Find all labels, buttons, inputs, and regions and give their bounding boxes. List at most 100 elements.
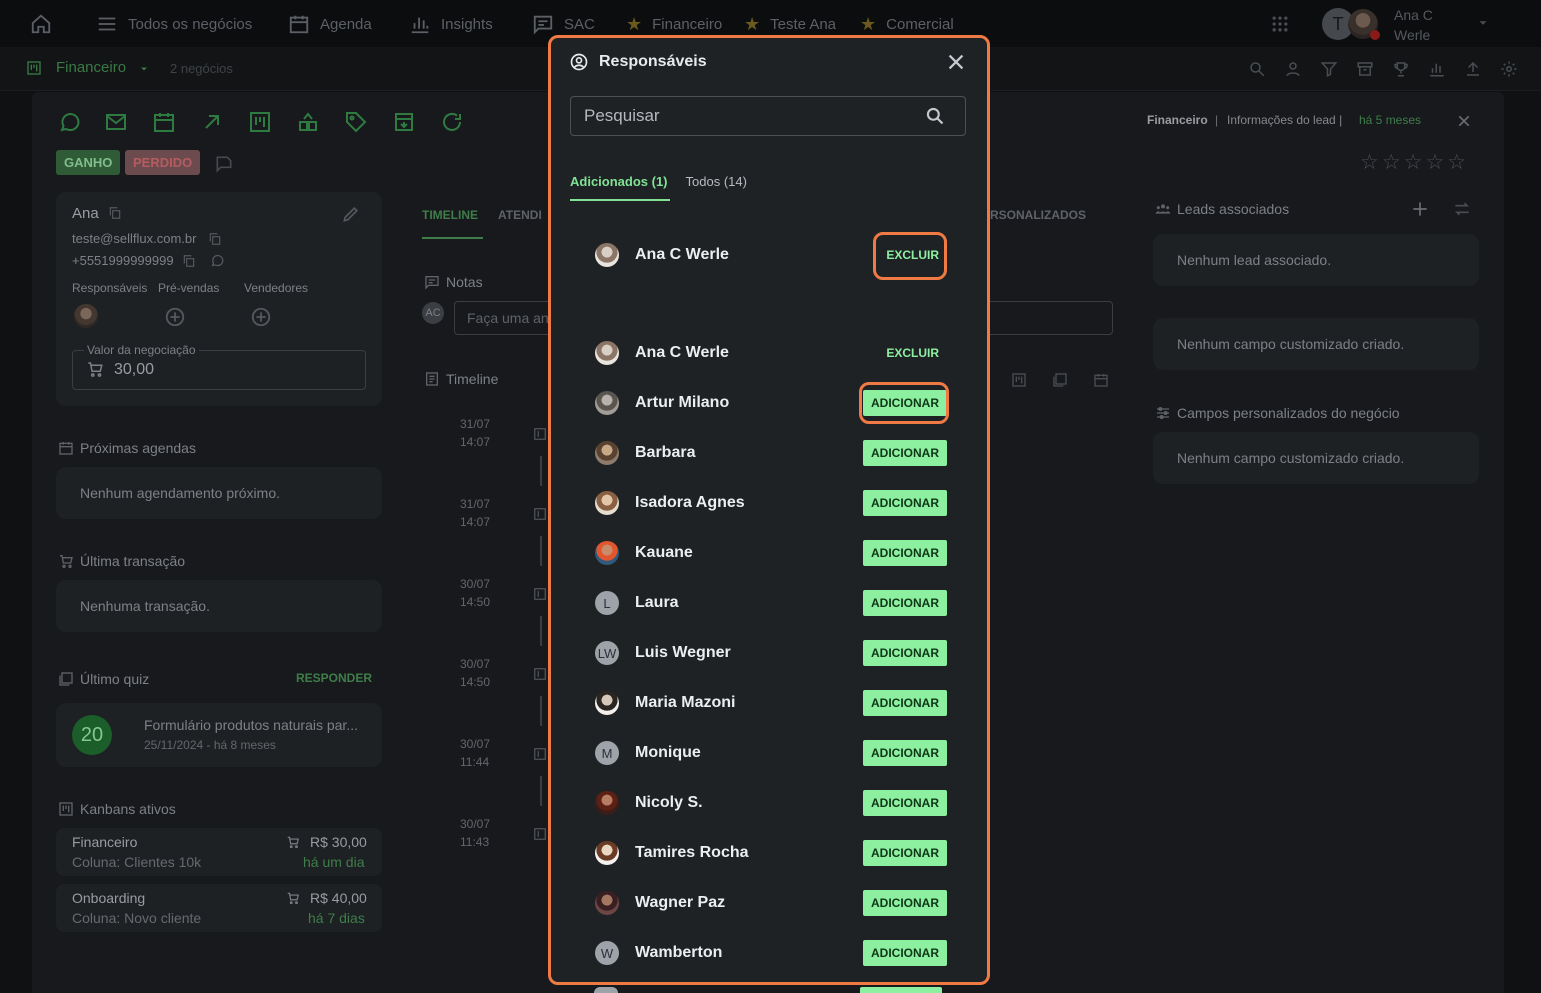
add-button[interactable]: ADICIONAR [863,540,947,566]
add-button[interactable]: ADICIONAR [863,740,947,766]
user-row: Tamires Rocha ADICIONAR [595,833,947,873]
bar-chart-icon[interactable] [1428,60,1446,78]
group-icon [1154,201,1172,217]
add-button[interactable]: ADICIONAR [863,390,947,416]
responsible-avatar[interactable] [74,304,98,328]
tab-timeline[interactable]: TIMELINE [422,208,478,222]
modal-tabs: Adicionados (1) Todos (14) [570,172,749,201]
user-initials-avatar: L [595,591,619,615]
won-tag[interactable]: GANHO [56,150,121,175]
cart-icon [286,835,300,849]
chevron-down-icon[interactable] [138,63,150,75]
nav-agenda[interactable]: Agenda [288,12,372,36]
breadcrumb-kanban[interactable]: Financeiro [1147,113,1208,127]
kanban-filter-icon[interactable] [1011,372,1027,388]
add-button[interactable]: ADICIONAR [863,940,947,966]
reopen-icon[interactable] [214,154,234,174]
close-icon[interactable] [1456,113,1472,129]
add-icon[interactable] [1410,199,1430,219]
copy-icon[interactable] [108,206,122,220]
archive-icon[interactable] [1356,60,1374,78]
add-circle-icon[interactable] [250,306,272,328]
user-row: Nicoly S. ADICIONAR [595,783,947,823]
kanban-icon[interactable] [248,110,272,134]
trophy-icon[interactable] [1392,60,1410,78]
search-input[interactable] [571,97,911,135]
swap-icon[interactable] [1452,199,1472,219]
arrow-up-right-icon[interactable] [200,110,224,134]
user-avatar [595,791,619,815]
add-button[interactable]: ADICIONAR [863,590,947,616]
calendar-icon[interactable] [152,110,176,134]
nav-insights[interactable]: Insights [409,12,493,36]
remove-button[interactable]: EXCLUIR [878,340,947,366]
timeline-line [540,456,542,486]
add-button[interactable]: ADICIONAR [863,840,947,866]
copy-icon[interactable] [208,232,222,246]
kanban-title[interactable]: Financeiro [56,59,126,76]
timeline-kanban-icon [533,586,547,602]
breadcrumb-separator: | [1215,113,1219,127]
quiz-answer-link[interactable]: RESPONDER [296,671,372,685]
tag-icon[interactable] [344,110,368,134]
note-input-end[interactable] [990,301,1113,335]
star-icon: ★ [626,13,643,34]
remove-button[interactable]: EXCLUIR [878,242,947,268]
rating-stars[interactable]: ☆☆☆☆☆ [1360,150,1469,175]
archive-icon[interactable] [392,110,416,134]
notes-icon [424,274,440,290]
nav-comercial[interactable]: ★ Comercial [860,12,954,36]
nav-sac[interactable]: SAC [532,12,595,36]
user-row: W Wamberton ADICIONAR [595,933,947,973]
person-icon[interactable] [1284,60,1302,78]
gear-icon[interactable] [1500,60,1518,78]
tab-all[interactable]: Todos (14) [686,172,749,201]
calendar-filter-icon[interactable] [1093,372,1109,388]
whatsapp-icon[interactable] [210,253,225,268]
user-name[interactable]: Ana C Werle [1394,5,1433,45]
refresh-icon[interactable] [440,110,464,134]
add-button[interactable]: ADICIONAR [863,440,947,466]
kanban-value: R$ 40,00 [310,890,367,906]
user-name: Barbara [635,444,696,461]
email-icon[interactable] [104,110,128,134]
add-button[interactable]: ADICIONAR [863,490,947,516]
quiz-filter-icon[interactable] [1052,372,1068,388]
user-name: Luis Wegner [635,644,731,661]
whatsapp-icon[interactable] [58,110,82,134]
add-circle-icon[interactable] [164,306,186,328]
nav-all-deals[interactable]: Todos os negócios [96,12,252,36]
close-icon[interactable] [945,51,967,73]
user-name: Laura [635,594,679,611]
user-row: Kauane ADICIONAR [595,533,947,573]
lost-tag[interactable]: PERDIDO [125,150,201,175]
tab-added[interactable]: Adicionados (1) [570,172,670,201]
menu-icon [96,13,118,35]
search-icon[interactable] [925,106,945,126]
edit-icon[interactable] [341,204,361,224]
tab-atendimentos[interactable]: ATENDI [498,208,542,222]
chevron-down-icon[interactable] [1476,16,1490,30]
last-transaction-empty: Nenhuma transação. [80,598,210,614]
quiz-name[interactable]: Formulário produtos naturais par... [144,717,358,733]
role-pre-vendas: Pré-vendas [158,281,220,295]
search-field[interactable] [570,96,966,136]
apps-grid-icon[interactable] [1270,14,1290,34]
add-button[interactable]: ADICIONAR [863,890,947,916]
transfer-icon[interactable] [296,110,320,134]
tab-custom-fields[interactable]: RSONALIZADOS [990,208,1086,222]
home-icon[interactable] [30,13,52,35]
user-avatar [595,891,619,915]
nav-financeiro[interactable]: ★ Financeiro [626,12,722,36]
search-icon[interactable] [1248,60,1266,78]
lead-name: Ana [72,205,99,222]
add-button[interactable]: ADICIONAR [863,690,947,716]
filter-icon[interactable] [1320,60,1338,78]
upload-icon[interactable] [1464,60,1482,78]
copy-icon[interactable] [182,254,196,268]
user-row: Barbara ADICIONAR [595,433,947,473]
add-button[interactable]: ADICIONAR [863,640,947,666]
nav-teste-ana[interactable]: ★ Teste Ana [744,12,836,36]
custom-fields-empty: Nenhum campo customizado criado. [1177,336,1405,352]
add-button[interactable]: ADICIONAR [863,790,947,816]
